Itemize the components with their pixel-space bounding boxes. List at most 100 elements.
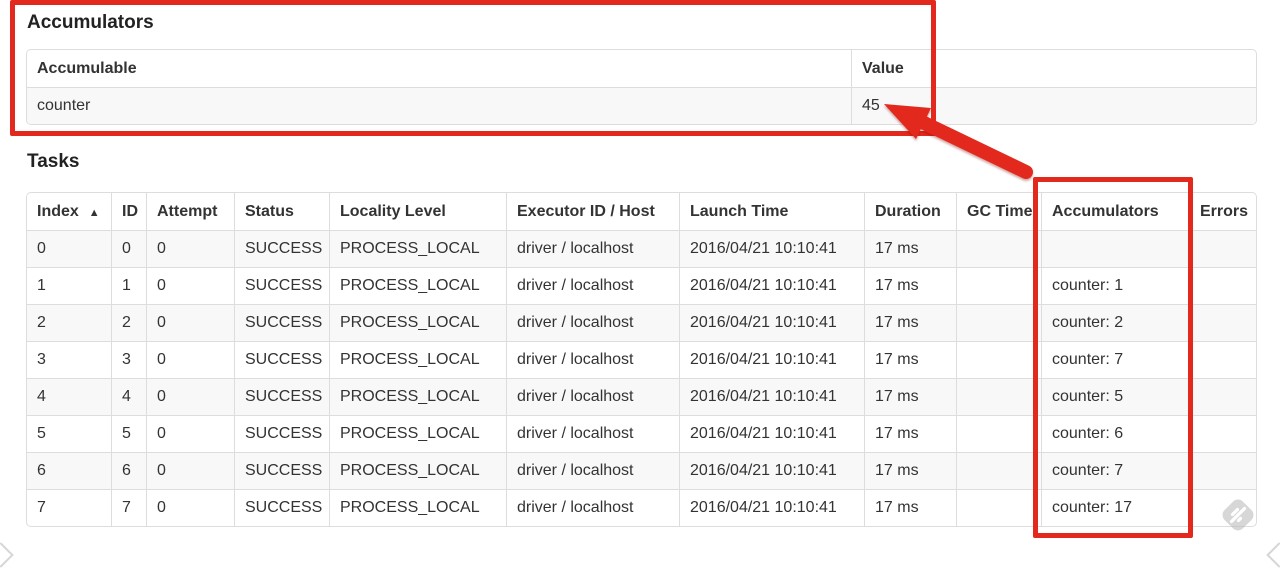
table-cell-gc_time — [956, 230, 1041, 267]
table-cell-id: 6 — [111, 452, 146, 489]
table-cell-gc_time — [956, 304, 1041, 341]
tasks-section-heading: Tasks — [27, 151, 80, 172]
table-row: 5 5 0 SUCCESS PROCESS_LOCAL driver / localhos… — [27, 415, 1256, 452]
watermark-icon — [1222, 499, 1254, 531]
column-header-duration[interactable]: Duration — [864, 193, 956, 230]
table-cell-gc_time — [956, 341, 1041, 378]
table-cell-executor: driver / localhost — [506, 230, 679, 267]
table-cell-index: 5 — [27, 415, 111, 452]
table-cell-attempt: 0 — [146, 230, 234, 267]
table-cell-executor: driver / localhost — [506, 304, 679, 341]
table-cell-locality: PROCESS_LOCAL — [329, 341, 506, 378]
table-cell-accumulators: counter: 5 — [1041, 378, 1189, 415]
table-cell-attempt: 0 — [146, 267, 234, 304]
column-header-accumulators[interactable]: Accumulators — [1041, 193, 1189, 230]
table-cell-status: SUCCESS — [234, 304, 329, 341]
table-cell-duration: 17 ms — [864, 267, 956, 304]
table-cell-index: 3 — [27, 341, 111, 378]
tasks-table-header-row: Index ▲ ID Attempt Status Locality Level … — [27, 193, 1256, 230]
table-cell-status: SUCCESS — [234, 452, 329, 489]
table-cell-index: 1 — [27, 267, 111, 304]
table-cell-id: 2 — [111, 304, 146, 341]
table-cell-attempt: 0 — [146, 452, 234, 489]
tasks-table: Index ▲ ID Attempt Status Locality Level … — [26, 192, 1257, 527]
table-cell-errors — [1189, 304, 1256, 341]
column-header-id[interactable]: ID — [111, 193, 146, 230]
table-cell-executor: driver / localhost — [506, 415, 679, 452]
window-corner-right — [1266, 542, 1280, 568]
table-cell-attempt: 0 — [146, 489, 234, 526]
table-cell-launch: 2016/04/21 10:10:41 — [679, 267, 864, 304]
table-cell-locality: PROCESS_LOCAL — [329, 415, 506, 452]
table-cell-duration: 17 ms — [864, 304, 956, 341]
accumulators-section-heading: Accumulators — [27, 12, 154, 33]
table-cell-errors — [1189, 341, 1256, 378]
table-cell-status: SUCCESS — [234, 378, 329, 415]
table-cell-accumulators: counter: 7 — [1041, 341, 1189, 378]
table-cell-attempt: 0 — [146, 415, 234, 452]
table-cell-gc_time — [956, 489, 1041, 526]
table-cell-executor: driver / localhost — [506, 341, 679, 378]
table-cell-status: SUCCESS — [234, 489, 329, 526]
table-cell-id: 4 — [111, 378, 146, 415]
column-header-value: Value — [851, 50, 1256, 87]
table-cell-gc_time — [956, 378, 1041, 415]
table-cell-locality: PROCESS_LOCAL — [329, 452, 506, 489]
table-cell-id: 1 — [111, 267, 146, 304]
table-cell-executor: driver / localhost — [506, 452, 679, 489]
column-header-locality-level[interactable]: Locality Level — [329, 193, 506, 230]
column-header-index[interactable]: Index ▲ — [27, 193, 111, 230]
table-cell-errors — [1189, 415, 1256, 452]
table-cell-accumulators — [1041, 230, 1189, 267]
table-row: counter 45 — [27, 87, 1256, 124]
column-header-status[interactable]: Status — [234, 193, 329, 230]
table-cell-accumulators: counter: 2 — [1041, 304, 1189, 341]
table-cell-launch: 2016/04/21 10:10:41 — [679, 452, 864, 489]
table-cell-index: 4 — [27, 378, 111, 415]
table-cell-launch: 2016/04/21 10:10:41 — [679, 489, 864, 526]
table-row: 0 0 0 SUCCESS PROCESS_LOCAL driver / localhos… — [27, 230, 1256, 267]
table-cell-duration: 17 ms — [864, 452, 956, 489]
table-cell-locality: PROCESS_LOCAL — [329, 304, 506, 341]
table-cell-locality: PROCESS_LOCAL — [329, 230, 506, 267]
column-header-gc-time[interactable]: GC Time — [956, 193, 1041, 230]
table-row: 7 7 0 SUCCESS PROCESS_LOCAL driver / localhos… — [27, 489, 1256, 526]
table-cell-id: 3 — [111, 341, 146, 378]
table-cell-status: SUCCESS — [234, 267, 329, 304]
table-cell-accumulators: counter: 7 — [1041, 452, 1189, 489]
column-header-attempt[interactable]: Attempt — [146, 193, 234, 230]
table-cell-id: 5 — [111, 415, 146, 452]
table-cell-errors — [1189, 452, 1256, 489]
table-cell-status: SUCCESS — [234, 230, 329, 267]
table-cell-attempt: 0 — [146, 378, 234, 415]
column-header-executor-id-host[interactable]: Executor ID / Host — [506, 193, 679, 230]
table-cell-errors — [1189, 267, 1256, 304]
table-cell-status: SUCCESS — [234, 415, 329, 452]
table-cell-gc_time — [956, 415, 1041, 452]
table-cell-duration: 17 ms — [864, 489, 956, 526]
table-cell-locality: PROCESS_LOCAL — [329, 489, 506, 526]
table-cell-launch: 2016/04/21 10:10:41 — [679, 341, 864, 378]
table-cell-errors — [1189, 378, 1256, 415]
table-cell-id: 7 — [111, 489, 146, 526]
column-header-accumulable: Accumulable — [37, 59, 137, 77]
table-row: 2 2 0 SUCCESS PROCESS_LOCAL driver / localhos… — [27, 304, 1256, 341]
table-cell-duration: 17 ms — [864, 230, 956, 267]
window-corner-left — [0, 542, 14, 568]
column-header-index-label: Index — [37, 202, 79, 220]
table-cell-errors — [1189, 230, 1256, 267]
table-cell-index: 2 — [27, 304, 111, 341]
table-cell-duration: 17 ms — [864, 341, 956, 378]
table-cell-executor: driver / localhost — [506, 489, 679, 526]
table-cell-status: SUCCESS — [234, 341, 329, 378]
table-cell-gc_time — [956, 452, 1041, 489]
table-cell-index: 0 — [27, 230, 111, 267]
table-cell-value: 45 — [851, 87, 1256, 124]
table-cell-launch: 2016/04/21 10:10:41 — [679, 230, 864, 267]
table-cell-duration: 17 ms — [864, 378, 956, 415]
table-row: 4 4 0 SUCCESS PROCESS_LOCAL driver / localhos… — [27, 378, 1256, 415]
table-cell-id: 0 — [111, 230, 146, 267]
table-cell-locality: PROCESS_LOCAL — [329, 378, 506, 415]
column-header-launch-time[interactable]: Launch Time — [679, 193, 864, 230]
column-header-errors[interactable]: Errors — [1189, 193, 1256, 230]
